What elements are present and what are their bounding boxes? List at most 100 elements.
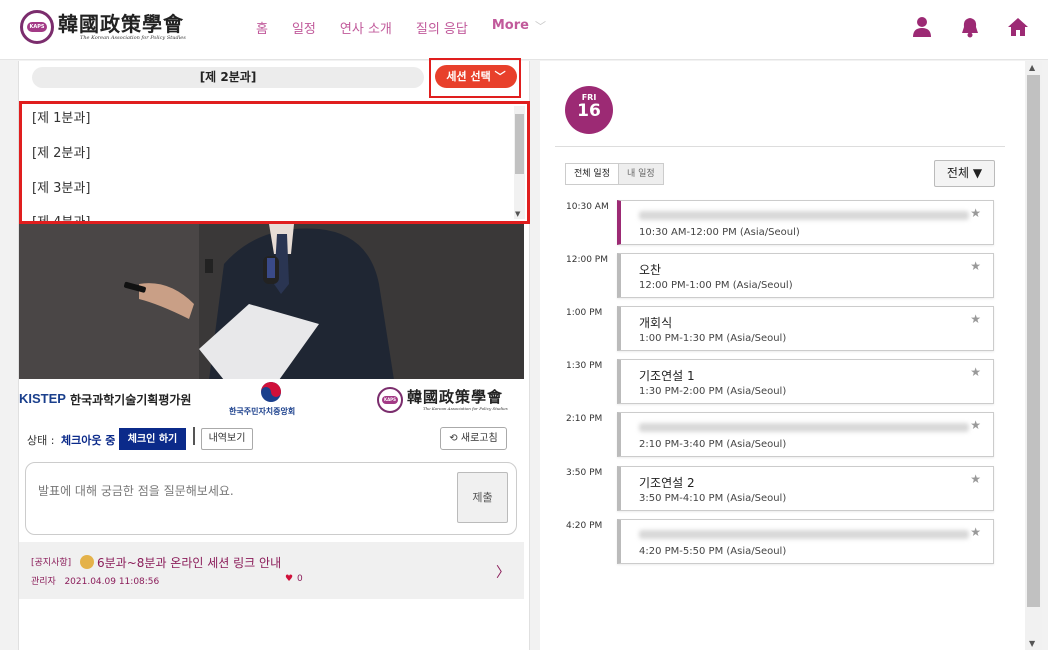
notice-title[interactable]: 6분과~8분과 온라인 세션 링크 안내 (97, 554, 281, 571)
event-title: 개회식 (639, 316, 673, 330)
schedule-panel: FRI 16 전체 일정 내 일정 전체 ▼ 10:30 AM 10:30 AM-… (540, 61, 1025, 650)
event-title: 기조연설 1 (639, 369, 695, 383)
event-time: 3:50 PM (566, 468, 603, 478)
event-card[interactable]: 2:10 PM-3:40 PM (Asia/Seoul) ★ (617, 412, 994, 457)
current-session-label: [제 2분과] (32, 67, 424, 88)
nav-speakers[interactable]: 연사 소개 (340, 18, 392, 37)
event-time: 12:00 PM (566, 255, 608, 265)
like-count: 0 (297, 574, 303, 584)
star-icon[interactable]: ★ (970, 365, 981, 379)
scroll-down-arrow-icon[interactable]: ▼ (1029, 639, 1035, 648)
event-time-span: 2:10 PM-3:40 PM (Asia/Seoul) (639, 439, 787, 450)
event-time-span: 3:50 PM-4:10 PM (Asia/Seoul) (639, 493, 787, 504)
session-panel: [제 2분과] 세션 선택 ﹀ [제 1분과] [제 2분과] [제 3분과] … (18, 58, 530, 650)
chevron-down-icon[interactable]: ﹀ (535, 18, 546, 37)
checkin-status-row: 상태 : 체크아웃 중 체크인 하기 내역보기 ⟲ 새로고침 (27, 427, 517, 451)
taegeuk-emblem-icon (261, 382, 281, 402)
dropdown-scrollbar[interactable]: ▼ (514, 106, 525, 219)
page-scrollbar[interactable]: ▲ ▼ (1025, 61, 1042, 650)
video-player[interactable] (19, 224, 524, 380)
association-logo[interactable]: KAPS 韓國政策學會 The Korean Association for P… (20, 10, 186, 44)
event-time: 2:10 PM (566, 414, 603, 424)
event-time-span: 4:20 PM-5:50 PM (Asia/Seoul) (639, 546, 787, 557)
logo-seal-icon: KAPS (20, 10, 54, 44)
status-value: 체크아웃 중 (61, 434, 116, 447)
session-option[interactable]: [제 2분과] (32, 142, 90, 161)
notice-item[interactable]: [공지사항] 6분과~8분과 온라인 세션 링크 안내 관리자 2021.04.… (19, 542, 524, 599)
checkin-button[interactable]: 체크인 하기 (119, 428, 186, 450)
notice-meta: 관리자 2021.04.09 11:08:56 (31, 577, 160, 587)
scroll-down-arrow-icon[interactable]: ▼ (515, 210, 520, 218)
speaker-video-frame (19, 224, 524, 380)
event-card[interactable]: 4:20 PM-5:50 PM (Asia/Seoul) ★ (617, 519, 994, 564)
star-icon[interactable]: ★ (970, 418, 981, 432)
event-card[interactable]: 기조연설 2 3:50 PM-4:10 PM (Asia/Seoul) ★ (617, 466, 994, 511)
caret-down-icon: ▼ (972, 166, 983, 180)
refresh-button[interactable]: ⟲ 새로고침 (440, 427, 507, 450)
tab-my-schedule[interactable]: 내 일정 (618, 163, 664, 185)
chevron-down-icon: ﹀ (494, 70, 506, 83)
event-card[interactable]: 10:30 AM-12:00 PM (Asia/Seoul) ★ (617, 200, 994, 245)
question-placeholder[interactable]: 발표에 대해 궁금한 점을 질문해보세요. (38, 482, 234, 499)
main-nav: 홈 일정 연사 소개 질의 응답 More ﹀ (256, 18, 570, 37)
kistep-logo: KISTEP (19, 391, 66, 406)
residents-association-name: 한국주민자치중앙회 (229, 407, 296, 416)
event-title: 오찬 (639, 263, 662, 277)
logo-seal-icon: KAPS (377, 387, 403, 413)
session-option[interactable]: [제 1분과] (32, 107, 90, 126)
top-header: KAPS 韓國政策學會 The Korean Association for P… (0, 0, 1048, 60)
nav-more[interactable]: More (492, 18, 529, 37)
home-icon[interactable] (1007, 16, 1029, 38)
session-select-highlight: 세션 선택 ﹀ (429, 58, 521, 98)
association-logo-small: KAPS 韓國政策學會 The Korean Association for P… (377, 387, 508, 413)
bell-icon[interactable] (959, 16, 981, 38)
event-time-span: 10:30 AM-12:00 PM (Asia/Seoul) (639, 227, 800, 238)
date-badge: FRI 16 (565, 86, 613, 134)
schedule-tabs: 전체 일정 내 일정 (565, 163, 664, 185)
session-select-button[interactable]: 세션 선택 ﹀ (435, 65, 517, 88)
event-time: 4:20 PM (566, 521, 603, 531)
heart-icon[interactable]: ♥ (285, 574, 293, 584)
star-icon[interactable]: ★ (970, 312, 981, 326)
person-emoji-icon (80, 555, 94, 569)
event-time: 1:00 PM (566, 308, 603, 318)
session-dropdown: [제 1분과] [제 2분과] [제 3분과] [제 4분과] ▼ (19, 101, 530, 224)
chevron-right-icon[interactable]: 〉 (496, 562, 510, 582)
tab-all-schedule[interactable]: 전체 일정 (565, 163, 619, 185)
star-icon[interactable]: ★ (970, 206, 981, 220)
submit-button[interactable]: 제출 (457, 472, 508, 523)
filter-dropdown[interactable]: 전체 ▼ (934, 160, 995, 187)
event-title-blurred (639, 423, 969, 432)
star-icon[interactable]: ★ (970, 525, 981, 539)
history-button[interactable]: 내역보기 (201, 428, 253, 450)
notice-tag: [공지사항] (31, 558, 72, 568)
question-input-area[interactable]: 발표에 대해 궁금한 점을 질문해보세요. 제출 (25, 462, 517, 535)
event-title-blurred (639, 211, 969, 220)
sponsor-strip: KISTEP 한국과학기술기획평가원 한국주민자치중앙회 KAPS 韓國政策學會… (19, 379, 524, 423)
event-time-span: 12:00 PM-1:00 PM (Asia/Seoul) (639, 280, 793, 291)
event-time: 10:30 AM (566, 202, 609, 212)
event-time: 1:30 PM (566, 361, 603, 371)
event-card[interactable]: 개회식 1:00 PM-1:30 PM (Asia/Seoul) ★ (617, 306, 994, 351)
star-icon[interactable]: ★ (970, 472, 981, 486)
user-icon[interactable] (911, 16, 933, 38)
logo-hanja-text: 韓國政策學會 (58, 12, 184, 36)
refresh-icon: ⟲ (449, 433, 458, 444)
scroll-up-arrow-icon[interactable]: ▲ (1029, 63, 1035, 72)
event-time-span: 1:30 PM-2:00 PM (Asia/Seoul) (639, 386, 787, 397)
nav-qna[interactable]: 질의 응답 (416, 18, 468, 37)
event-card[interactable]: 기조연설 1 1:30 PM-2:00 PM (Asia/Seoul) ★ (617, 359, 994, 404)
session-option[interactable]: [제 3분과] (32, 177, 90, 196)
nav-schedule[interactable]: 일정 (292, 18, 316, 37)
event-card[interactable]: 오찬 12:00 PM-1:00 PM (Asia/Seoul) ★ (617, 253, 994, 298)
divider (555, 146, 1005, 147)
status-label: 상태 : (27, 434, 55, 447)
divider (193, 427, 195, 445)
session-option[interactable]: [제 4분과] (32, 211, 90, 221)
event-time-span: 1:00 PM-1:30 PM (Asia/Seoul) (639, 333, 787, 344)
event-title: 기조연설 2 (639, 476, 695, 490)
kistep-korean-name: 한국과학기술기획평가원 (70, 393, 192, 407)
nav-home[interactable]: 홈 (256, 18, 268, 37)
event-title-blurred (639, 530, 969, 539)
star-icon[interactable]: ★ (970, 259, 981, 273)
